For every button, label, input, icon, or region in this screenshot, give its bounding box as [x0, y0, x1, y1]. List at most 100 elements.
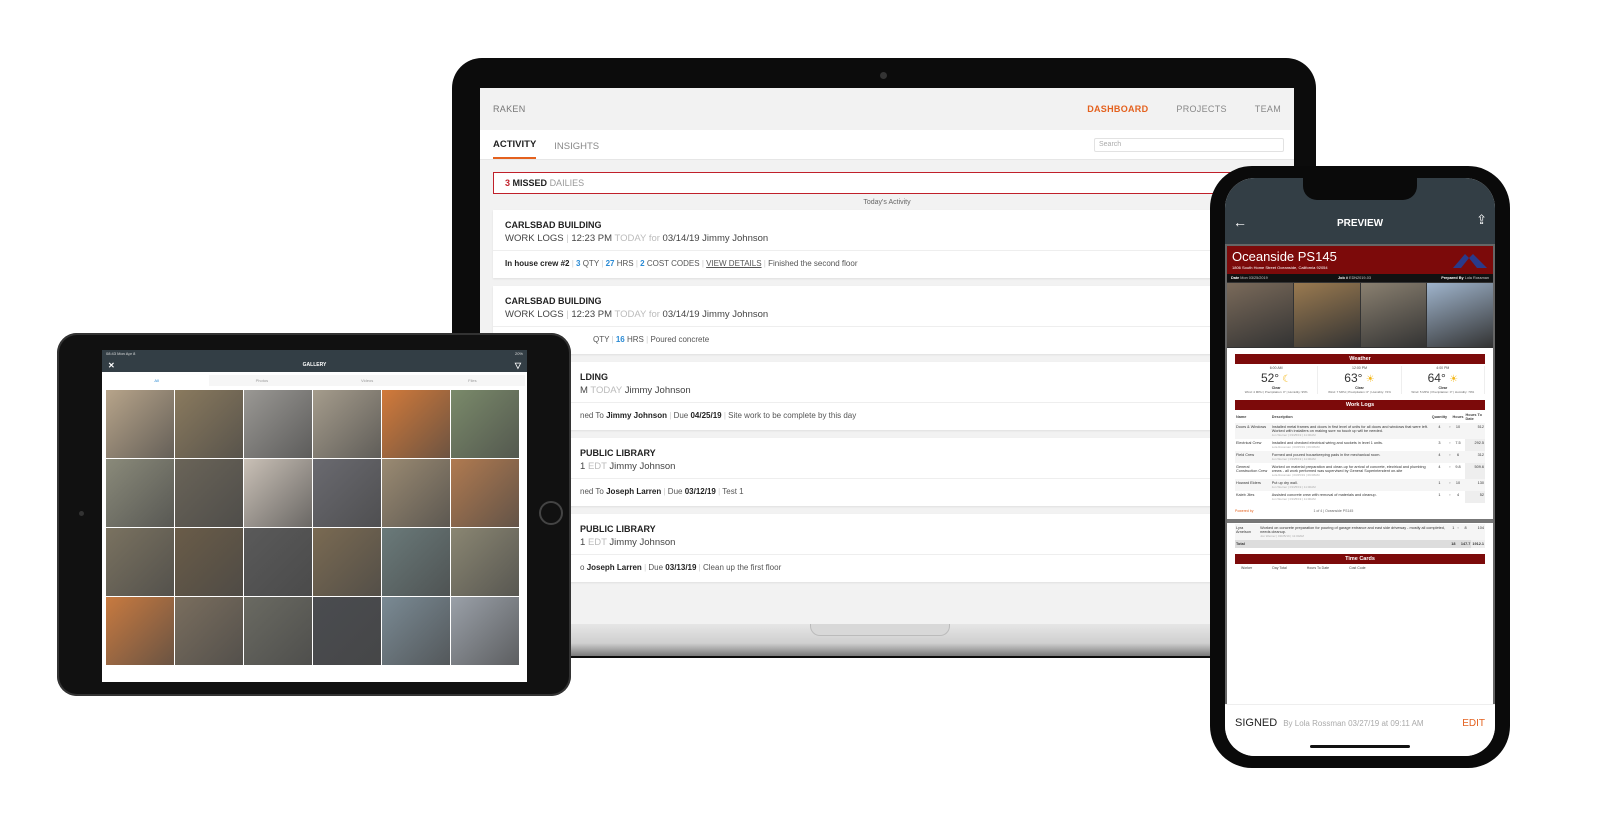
report-photo[interactable] [1360, 283, 1427, 347]
tab-insights[interactable]: INSIGHTS [554, 141, 599, 159]
gallery-photo[interactable] [106, 390, 174, 458]
laptop-camera [880, 72, 887, 79]
gallery-photo[interactable] [175, 459, 243, 527]
gallery-photo[interactable] [313, 390, 381, 458]
job-number: EDN2019-03 [1349, 276, 1371, 280]
gallery-photo[interactable] [313, 597, 381, 665]
view-details-link[interactable]: VIEW DETAILS [706, 259, 761, 268]
assignee: Joseph Larren [606, 487, 662, 496]
today-label: TODAY [614, 309, 647, 320]
worklog-row: Lyra Arnelson Worked on concrete preparat… [1235, 524, 1485, 540]
weather-temp: 63° ☀ [1344, 371, 1375, 385]
gallery-photo[interactable] [451, 390, 519, 458]
activity-user: Jimmy Johnson [702, 233, 769, 244]
worklog-author: Lola Rossman | 03/25/19 | 09:08AM [1271, 445, 1320, 449]
tab-activity[interactable]: ACTIVITY [493, 139, 537, 159]
activity-meta: 1 EDT Jimmy Johnson [580, 537, 1269, 548]
worklog-hours: 7.5 [1455, 441, 1461, 445]
tab-photos[interactable]: Photos [209, 374, 315, 386]
column-header: Description [1271, 415, 1293, 419]
missed-count: 3 [505, 178, 511, 188]
timezone-label: EDT [587, 537, 607, 548]
project-title: Oceanside PS145 [1232, 249, 1337, 264]
signed-label: SIGNED [1235, 717, 1278, 729]
timecards-header: Worker Day Total Hours To Date Cost Code [1235, 564, 1485, 572]
activity-card[interactable]: CARLSBAD BUILDING WORK LOGS | 12:23 PM T… [493, 210, 1281, 278]
hrs-value: 16 [615, 335, 625, 344]
nav-dashboard[interactable]: DASHBOARD [1087, 104, 1148, 114]
gallery-photo[interactable] [451, 597, 519, 665]
activity-card[interactable]: LDING M TODAY Jimmy Johnson ned To Jimmy… [493, 362, 1281, 430]
date-label: Date [1231, 276, 1240, 280]
job-label: Job # [1338, 276, 1348, 280]
weather-detail: Wind: 4 MPH | Precipitation: 0" | Humidi… [1244, 390, 1308, 394]
weather-temp: 52° ☾ [1260, 371, 1292, 385]
worklog-name: Lyra Arnelson [1235, 524, 1260, 540]
tab-videos[interactable]: Videos [314, 374, 420, 386]
tablet-home-button[interactable] [539, 501, 563, 525]
activity-time: 12:23 PM [571, 233, 613, 244]
report-photo[interactable] [1293, 283, 1360, 347]
worklog-author: Jon Werner | 03/25/19 | 11:00AM [1260, 534, 1304, 538]
brand-logo[interactable]: RAKEN [493, 104, 526, 114]
search-input[interactable]: Search [1094, 138, 1284, 152]
powered-by: Powered by [1235, 509, 1254, 513]
tab-bar: ACTIVITY INSIGHTS Search [480, 130, 1294, 160]
worklog-quantity: 1 [1438, 493, 1441, 497]
share-icon[interactable]: ⇪ [1476, 212, 1487, 228]
activity-card[interactable]: PUBLIC LIBRARY 1 EDT Jimmy Johnson ned T… [493, 438, 1281, 506]
activity-card[interactable]: CARLSBAD BUILDING WORK LOGS | 12:23 PM T… [493, 286, 1281, 354]
filter-icon[interactable]: ▽ [515, 361, 521, 370]
tab-files[interactable]: Files [419, 374, 525, 386]
gallery-photo[interactable] [244, 597, 312, 665]
table-header: Name Description Quantity Hours Hours To Dat… [1235, 411, 1485, 423]
nav-projects[interactable]: PROJECTS [1176, 104, 1226, 114]
gallery-photo[interactable] [382, 459, 450, 527]
phone-screen: ← PREVIEW ⇪ Oceanside PS145 1806 South H… [1225, 178, 1495, 756]
gallery-photo[interactable] [175, 597, 243, 665]
preview-title: PREVIEW [1336, 218, 1384, 229]
for-label: for [648, 309, 660, 320]
gallery-photo[interactable] [313, 459, 381, 527]
gallery-photo[interactable] [244, 459, 312, 527]
report-photo[interactable] [1427, 283, 1493, 347]
worklog-hours: 9.8 [1455, 465, 1461, 469]
due-label: Due [673, 411, 689, 420]
worklog-author: Jon Werner | 03/25/19 | 11:00AM [1271, 433, 1316, 437]
qty-label: QTY [593, 335, 610, 344]
gallery-photo[interactable] [244, 390, 312, 458]
tab-all[interactable]: All [104, 374, 210, 386]
gallery-photo[interactable] [175, 390, 243, 458]
edit-button[interactable]: EDIT [1462, 718, 1485, 729]
assigned-label: ned To [580, 411, 604, 420]
status-time: 08:43 Mon Apr 8 [106, 351, 136, 356]
gallery-photo[interactable] [175, 528, 243, 596]
nav-team[interactable]: TEAM [1255, 104, 1281, 114]
gallery-photo[interactable] [451, 459, 519, 527]
project-address: 1806 South Home Street Oceanside, Califo… [1232, 265, 1328, 270]
gallery-photo[interactable] [106, 528, 174, 596]
gallery-photo[interactable] [106, 459, 174, 527]
report-photo[interactable] [1227, 283, 1293, 347]
gallery-photo[interactable] [106, 597, 174, 665]
top-navigation: RAKEN DASHBOARD PROJECTS TEAM [480, 88, 1294, 130]
worklog-hours: 6 [1451, 451, 1465, 463]
activity-user: Jimmy Johnson [609, 537, 676, 548]
timecard-column-header: Cost Code [1349, 566, 1366, 570]
missed-dailies-banner[interactable]: 3 MISSED DAILIES [493, 172, 1281, 194]
activity-card[interactable]: PUBLIC LIBRARY 1 EDT Jimmy Johnson o Jos… [493, 514, 1281, 582]
activity-time: 1 [580, 461, 586, 472]
gallery-photo[interactable] [382, 597, 450, 665]
gallery-photo[interactable] [382, 528, 450, 596]
battery-status: 20% [514, 351, 523, 356]
today-label: TODAY [614, 233, 647, 244]
activity-date: 03/14/19 [662, 233, 700, 244]
due-date: 03/12/19 [684, 487, 716, 496]
gallery-photo[interactable] [313, 528, 381, 596]
close-icon[interactable]: ✕ [108, 361, 115, 370]
gallery-photo[interactable] [244, 528, 312, 596]
weather-time: 4:00 PM [1436, 366, 1450, 370]
gallery-photo[interactable] [382, 390, 450, 458]
home-indicator [1310, 745, 1410, 748]
gallery-photo[interactable] [451, 528, 519, 596]
